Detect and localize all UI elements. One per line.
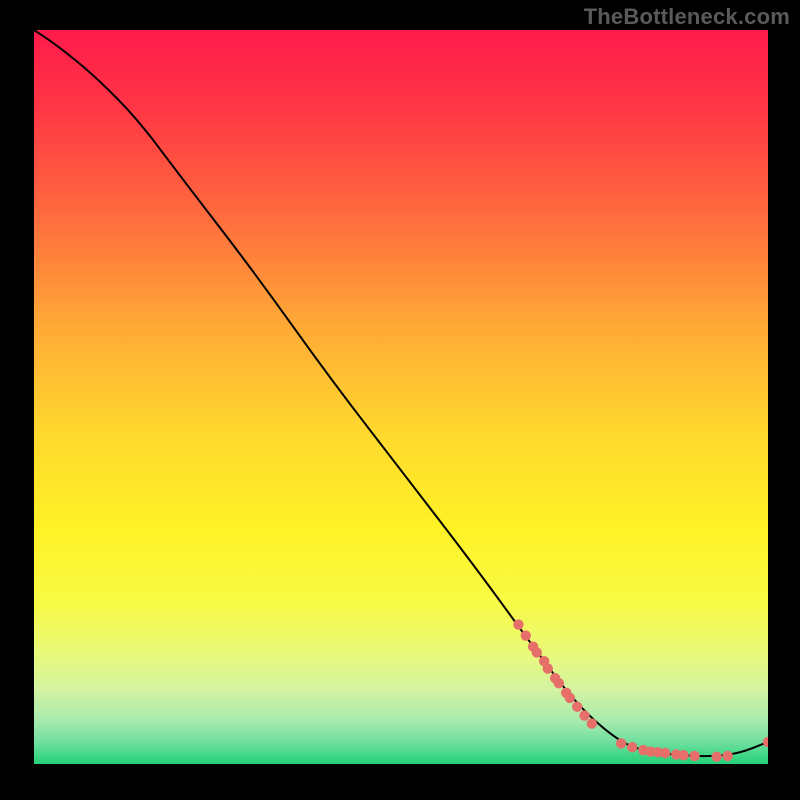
- chart-stage: TheBottleneck.com: [0, 0, 800, 800]
- scatter-dot: [579, 710, 589, 720]
- scatter-dot: [722, 751, 732, 761]
- scatter-dot: [513, 619, 523, 629]
- bottleneck-curve: [34, 30, 768, 756]
- scatter-dot: [554, 678, 564, 688]
- scatter-group: [513, 619, 768, 762]
- scatter-dot: [532, 647, 542, 657]
- scatter-dot: [565, 693, 575, 703]
- scatter-dot: [763, 737, 768, 747]
- scatter-dot: [660, 748, 670, 758]
- scatter-dot: [521, 630, 531, 640]
- scatter-dot: [587, 718, 597, 728]
- scatter-dot: [689, 751, 699, 761]
- scatter-dot: [678, 750, 688, 760]
- scatter-dot: [711, 751, 721, 761]
- attribution-text: TheBottleneck.com: [584, 4, 790, 30]
- scatter-dot: [572, 702, 582, 712]
- chart-overlay: [34, 30, 768, 764]
- plot-area: [34, 30, 768, 764]
- scatter-dot: [616, 738, 626, 748]
- scatter-dot: [543, 663, 553, 673]
- scatter-dot: [627, 742, 637, 752]
